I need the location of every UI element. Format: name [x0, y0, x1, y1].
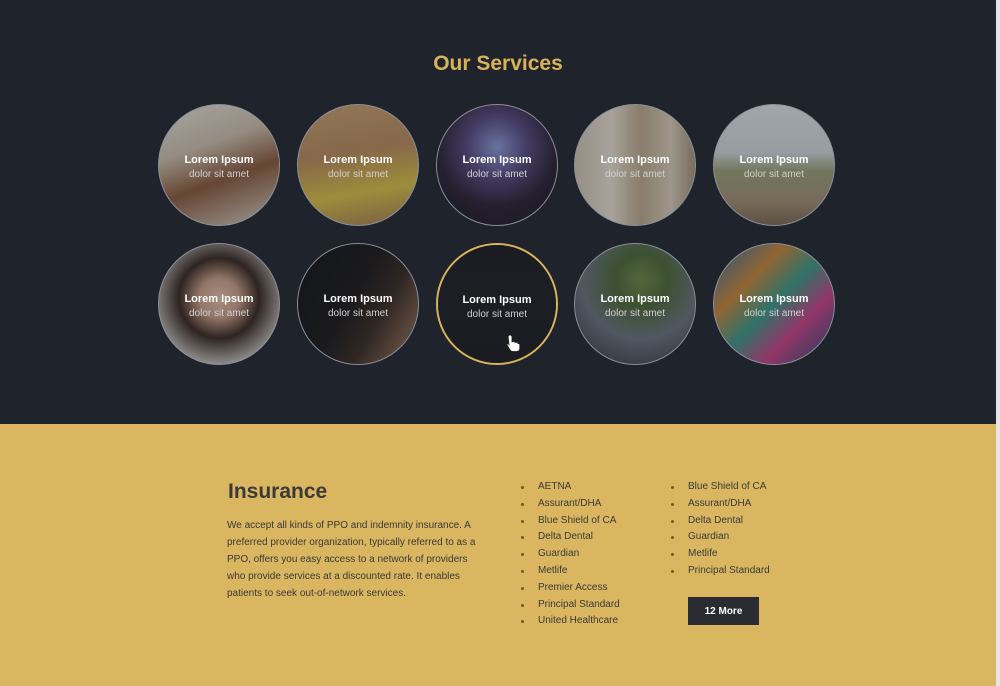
service-card-title: Lorem Ipsum	[462, 294, 532, 306]
service-card-subtitle: dolor sit amet	[327, 308, 389, 319]
insurance-section: Insurance We accept all kinds of PPO and…	[0, 424, 996, 686]
more-insurance-button[interactable]: 12 More	[688, 597, 759, 625]
service-card-subtitle: dolor sit amet	[327, 169, 389, 180]
services-section: Our Services Lorem Ipsum dolor sit amet …	[0, 0, 996, 424]
insurance-list-item: Principal Standard	[671, 563, 770, 580]
service-card[interactable]: Lorem Ipsum dolor sit amet	[574, 104, 696, 226]
service-card-title: Lorem Ipsum	[600, 293, 670, 305]
service-card-subtitle: dolor sit amet	[466, 169, 528, 180]
insurance-list-item: Premier Access	[521, 580, 620, 597]
insurance-list-primary: AETNA Assurant/DHA Blue Shield of CA Del…	[521, 479, 620, 630]
services-grid: Lorem Ipsum dolor sit amet Lorem Ipsum d…	[158, 104, 838, 368]
service-card-title: Lorem Ipsum	[323, 154, 393, 166]
service-card-subtitle: dolor sit amet	[188, 169, 250, 180]
service-card-title: Lorem Ipsum	[323, 293, 393, 305]
service-card[interactable]: Lorem Ipsum dolor sit amet	[158, 243, 280, 365]
insurance-list-item: Blue Shield of CA	[671, 479, 770, 496]
insurance-list-item: Assurant/DHA	[521, 496, 620, 513]
insurance-list-item: Delta Dental	[521, 529, 620, 546]
service-card[interactable]: Lorem Ipsum dolor sit amet	[297, 104, 419, 226]
service-card-subtitle: dolor sit amet	[466, 309, 528, 320]
insurance-list-item: Guardian	[521, 546, 620, 563]
service-card-title: Lorem Ipsum	[600, 154, 670, 166]
service-card-hovered[interactable]: Lorem Ipsum dolor sit amet	[436, 243, 558, 365]
service-card-title: Lorem Ipsum	[739, 293, 809, 305]
insurance-list-item: Principal Standard	[521, 597, 620, 614]
insurance-list-item: Assurant/DHA	[671, 496, 770, 513]
insurance-title: Insurance	[228, 480, 328, 503]
service-card[interactable]: Lorem Ipsum dolor sit amet	[574, 243, 696, 365]
hand-pointer-cursor-icon	[506, 334, 520, 352]
service-card-title: Lorem Ipsum	[462, 154, 532, 166]
service-card-subtitle: dolor sit amet	[743, 308, 805, 319]
service-card-subtitle: dolor sit amet	[188, 308, 250, 319]
insurance-list-secondary: Blue Shield of CA Assurant/DHA Delta Den…	[671, 479, 770, 580]
service-card-subtitle: dolor sit amet	[604, 308, 666, 319]
services-title: Our Services	[433, 52, 563, 75]
insurance-list-item: Guardian	[671, 529, 770, 546]
insurance-list-item: Metlife	[521, 563, 620, 580]
insurance-list-item: Metlife	[671, 546, 770, 563]
insurance-list-item: Delta Dental	[671, 513, 770, 530]
service-card-title: Lorem Ipsum	[184, 154, 254, 166]
insurance-description: We accept all kinds of PPO and indemnity…	[227, 520, 476, 599]
insurance-list-item: AETNA	[521, 479, 620, 496]
service-card[interactable]: Lorem Ipsum dolor sit amet	[713, 243, 835, 365]
service-card-title: Lorem Ipsum	[184, 293, 254, 305]
service-card[interactable]: Lorem Ipsum dolor sit amet	[713, 104, 835, 226]
service-card-subtitle: dolor sit amet	[604, 169, 666, 180]
service-card[interactable]: Lorem Ipsum dolor sit amet	[436, 104, 558, 226]
insurance-list-item: Blue Shield of CA	[521, 513, 620, 530]
page-scrollbar[interactable]	[996, 0, 1000, 686]
service-card-subtitle: dolor sit amet	[743, 169, 805, 180]
service-card[interactable]: Lorem Ipsum dolor sit amet	[297, 243, 419, 365]
insurance-list-item: United Healthcare	[521, 613, 620, 630]
service-card-title: Lorem Ipsum	[739, 154, 809, 166]
service-card[interactable]: Lorem Ipsum dolor sit amet	[158, 104, 280, 226]
